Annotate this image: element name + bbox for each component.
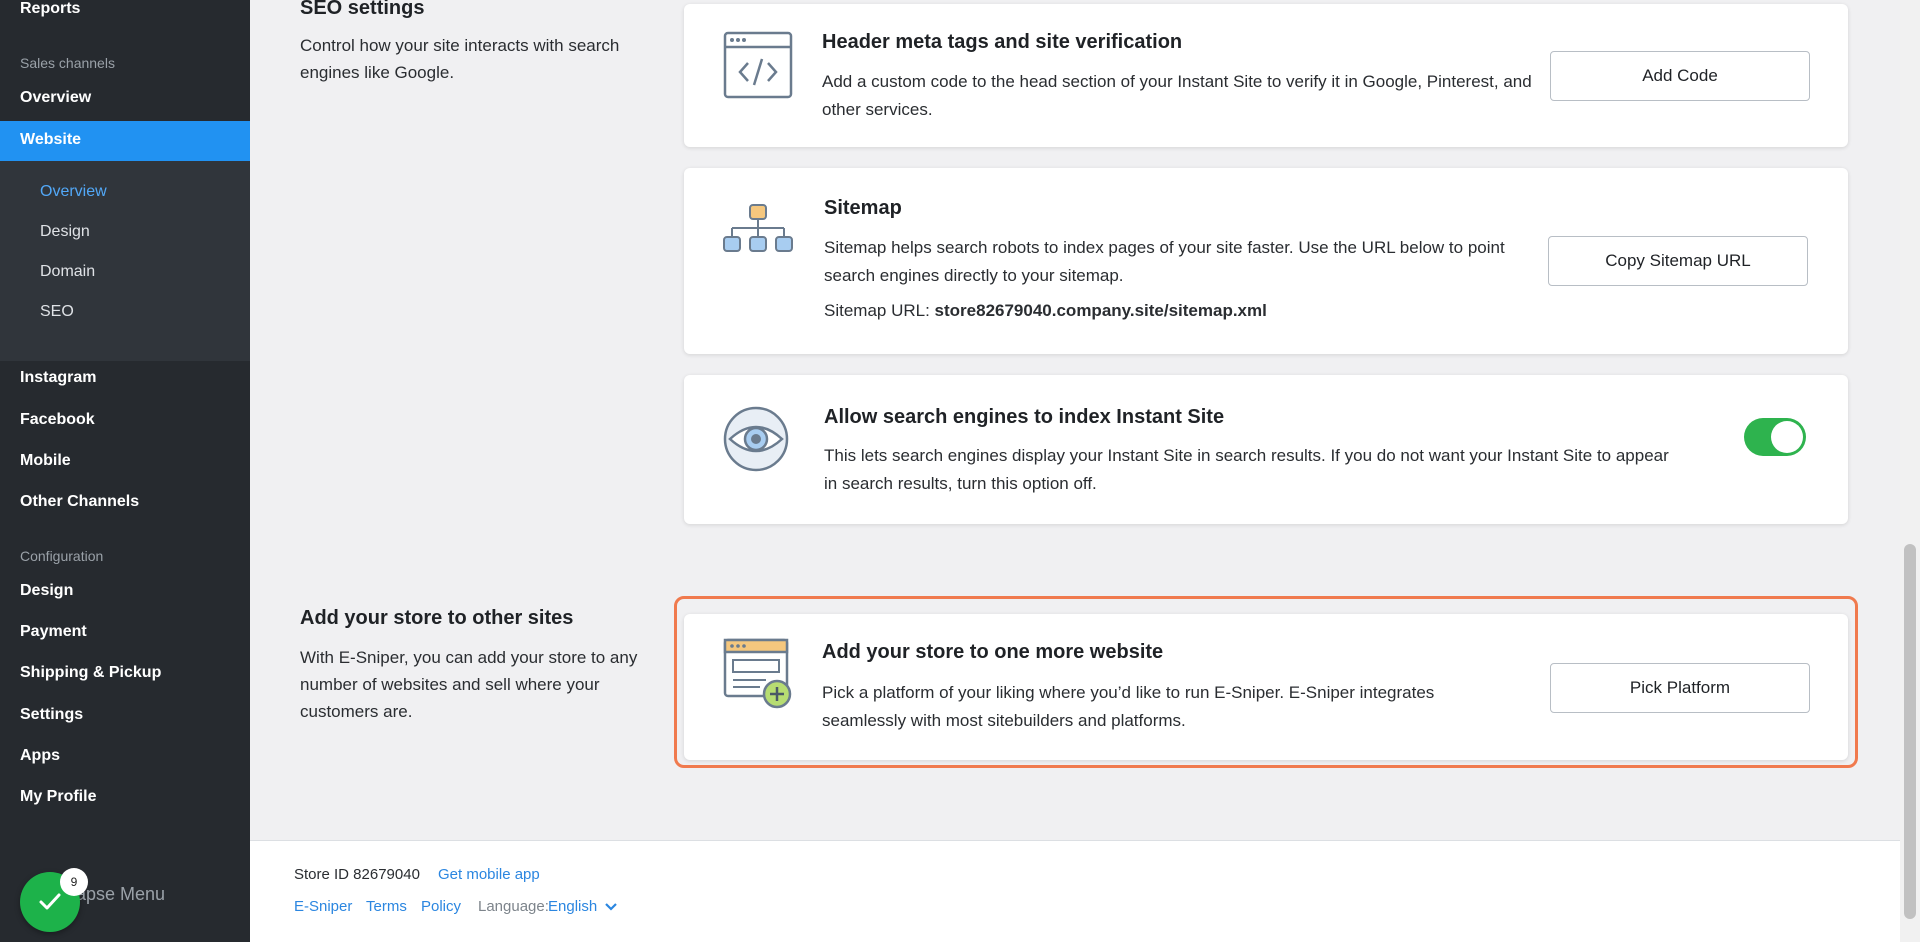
index-title: Allow search engines to index Instant Si… <box>824 406 1225 428</box>
checkmark-icon <box>39 893 61 910</box>
submenu-design[interactable]: Design <box>40 223 90 241</box>
terms-link[interactable]: Terms <box>366 898 407 915</box>
nav-reports[interactable]: Reports <box>20 0 80 18</box>
section-configuration: Configuration <box>20 548 104 564</box>
submenu-overview[interactable]: Overview <box>40 183 107 201</box>
index-toggle[interactable] <box>1744 418 1806 456</box>
index-description: This lets search engines display your In… <box>824 446 1669 493</box>
footer: Store ID 82679040 Get mobile app E-Snipe… <box>250 840 1900 942</box>
nav-payment[interactable]: Payment <box>20 623 87 641</box>
seo-section-description: Control how your site interacts with sea… <box>300 36 620 82</box>
sitemap-title: Sitemap <box>824 197 902 219</box>
add-code-button[interactable]: Add Code <box>1550 51 1810 101</box>
section-sales-channels: Sales channels <box>20 55 115 71</box>
nav-website-label: Website <box>20 131 82 148</box>
notification-count-badge: 9 <box>60 868 88 896</box>
sidebar: Reports Sales channels Overview Website … <box>0 0 250 942</box>
chevron-down-icon <box>605 903 618 911</box>
add-website-icon <box>723 638 792 709</box>
language-select[interactable]: English <box>548 898 618 915</box>
seo-section-title: SEO settings <box>300 0 425 19</box>
add-store-description: Pick a platform of your liking where you… <box>822 683 1435 730</box>
pick-platform-button[interactable]: Pick Platform <box>1550 663 1810 713</box>
index-card: Allow search engines to index Instant Si… <box>684 375 1848 524</box>
sitemap-url-value: store82679040.company.site/sitemap.xml <box>934 301 1267 320</box>
sitemap-icon <box>723 204 793 252</box>
header-meta-title: Header meta tags and site verification <box>822 31 1183 53</box>
copy-sitemap-url-button[interactable]: Copy Sitemap URL <box>1548 236 1808 286</box>
other-sites-description: With E-Sniper, you can add your store to… <box>300 648 638 721</box>
nav-instagram[interactable]: Instagram <box>20 369 96 387</box>
nav-overview[interactable]: Overview <box>20 89 91 107</box>
nav-my-profile[interactable]: My Profile <box>20 788 96 806</box>
nav-mobile[interactable]: Mobile <box>20 452 71 470</box>
submenu-seo[interactable]: SEO <box>40 303 74 321</box>
code-window-icon <box>723 31 793 99</box>
nav-settings[interactable]: Settings <box>20 706 83 724</box>
sitemap-description: Sitemap helps search robots to index pag… <box>824 238 1505 285</box>
scrollbar-thumb[interactable] <box>1904 544 1916 919</box>
eye-icon <box>723 406 789 472</box>
language-label: Language: <box>478 898 549 915</box>
nav-other-channels[interactable]: Other Channels <box>20 493 139 511</box>
store-id: Store ID 82679040 <box>294 866 420 883</box>
sitemap-url-line: Sitemap URL: store82679040.company.site/… <box>824 297 1267 325</box>
scrollbar[interactable] <box>1900 0 1920 942</box>
nav-design[interactable]: Design <box>20 582 73 600</box>
other-sites-title: Add your store to other sites <box>300 607 574 629</box>
language-value: English <box>548 898 598 915</box>
header-meta-description: Add a custom code to the head section of… <box>822 72 1532 119</box>
toggle-knob <box>1771 421 1803 453</box>
add-store-card: Add your store to one more website Pick … <box>684 614 1848 760</box>
website-submenu: Overview Design Domain SEO <box>0 161 250 361</box>
main-content: SEO settings Control how your site inter… <box>250 0 1900 942</box>
sitemap-url-label: Sitemap URL: <box>824 301 935 320</box>
nav-shipping-pickup[interactable]: Shipping & Pickup <box>20 664 161 682</box>
add-store-title: Add your store to one more website <box>822 641 1164 663</box>
nav-website[interactable]: Website <box>0 121 250 161</box>
brand-link[interactable]: E-Sniper <box>294 898 352 915</box>
nav-facebook[interactable]: Facebook <box>20 411 95 429</box>
header-meta-card: Header meta tags and site verification A… <box>684 4 1848 147</box>
nav-apps[interactable]: Apps <box>20 747 60 765</box>
sitemap-card: Sitemap Sitemap helps search robots to i… <box>684 168 1848 354</box>
get-mobile-app-link[interactable]: Get mobile app <box>438 866 540 883</box>
policy-link[interactable]: Policy <box>421 898 461 915</box>
submenu-domain[interactable]: Domain <box>40 263 95 281</box>
